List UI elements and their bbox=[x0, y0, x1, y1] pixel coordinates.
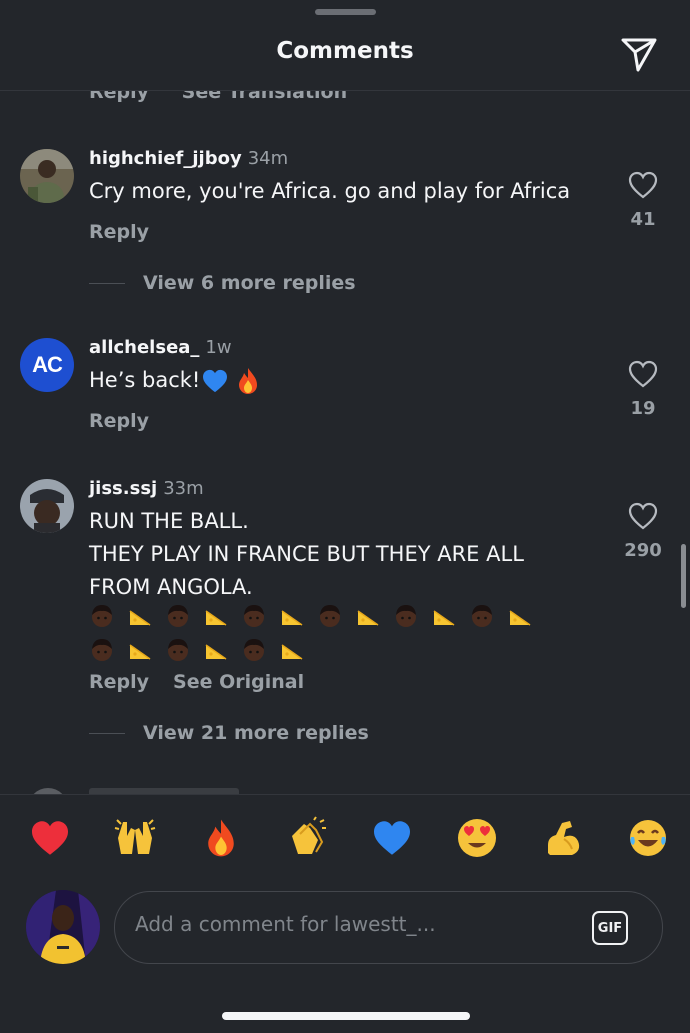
boy-dark-icon bbox=[92, 605, 112, 627]
timestamp: 1w bbox=[205, 337, 232, 358]
scrollbar[interactable] bbox=[681, 544, 686, 608]
reply-button[interactable]: Reply bbox=[89, 91, 149, 103]
avatar[interactable] bbox=[20, 479, 74, 533]
cheese-icon bbox=[205, 644, 227, 660]
quick-reactions bbox=[24, 812, 674, 872]
boy-dark-icon bbox=[320, 605, 340, 627]
boy-dark-icon bbox=[244, 605, 264, 627]
username[interactable]: highchief_jjboy bbox=[89, 148, 242, 169]
current-user-avatar[interactable] bbox=[26, 890, 100, 964]
comment-text-line: RUN THE BALL. bbox=[89, 509, 249, 533]
comment-composer: GIF bbox=[114, 891, 663, 964]
cheese-icon bbox=[281, 644, 303, 660]
comment-header: highchief_jjboy 34m bbox=[89, 148, 288, 169]
paper-plane-icon[interactable] bbox=[618, 32, 660, 74]
comment-list[interactable]: Reply See Translation highchief_jjboy 34m… bbox=[0, 91, 690, 794]
view-replies-label: View 21 more replies bbox=[143, 722, 369, 744]
reactions-divider bbox=[0, 794, 690, 795]
cheese-icon bbox=[357, 610, 379, 626]
username[interactable]: jiss.ssj bbox=[89, 478, 157, 499]
sheet-grabber[interactable] bbox=[315, 9, 376, 15]
page-title: Comments bbox=[276, 38, 414, 64]
reply-button[interactable]: Reply bbox=[89, 221, 149, 243]
view-replies-label: View 6 more replies bbox=[143, 272, 356, 294]
like-control: 19 bbox=[613, 360, 673, 419]
heart-icon[interactable] bbox=[628, 360, 658, 388]
comment-actions: Reply bbox=[89, 410, 173, 432]
timestamp: 33m bbox=[163, 478, 204, 499]
see-original-button[interactable]: See Original bbox=[173, 671, 304, 693]
flexed-biceps-icon[interactable] bbox=[537, 812, 589, 864]
raising-hands-icon[interactable] bbox=[109, 812, 161, 864]
view-replies-button[interactable]: View 21 more replies bbox=[89, 722, 369, 744]
fire-icon[interactable] bbox=[195, 812, 247, 864]
see-translation-button[interactable]: See Translation bbox=[182, 91, 347, 103]
replies-divider bbox=[89, 733, 125, 734]
reply-button[interactable]: Reply bbox=[89, 671, 149, 693]
red-heart-icon[interactable] bbox=[24, 812, 76, 864]
heart-icon[interactable] bbox=[628, 502, 658, 530]
comment-actions: Reply bbox=[89, 221, 173, 243]
comment-body: He’s back! bbox=[89, 364, 260, 397]
home-indicator bbox=[222, 1012, 470, 1020]
comment-header: allchelsea_ 1w bbox=[89, 337, 232, 358]
cheese-icon bbox=[129, 644, 151, 660]
boy-dark-icon bbox=[396, 605, 416, 627]
boy-dark-icon bbox=[472, 605, 492, 627]
cheese-icon bbox=[205, 610, 227, 626]
like-control: 290 bbox=[613, 502, 673, 561]
replies-divider bbox=[89, 283, 125, 284]
clapping-hands-icon[interactable] bbox=[280, 812, 332, 864]
cheese-icon bbox=[129, 610, 151, 626]
fire-icon bbox=[239, 367, 258, 394]
boy-dark-icon bbox=[168, 639, 188, 661]
comments-header: Comments bbox=[0, 24, 690, 84]
view-replies-button[interactable]: View 6 more replies bbox=[89, 272, 356, 294]
heart-icon[interactable] bbox=[628, 171, 658, 199]
reply-button[interactable]: Reply bbox=[89, 410, 149, 432]
comments-sheet: Comments Reply See Translation highchief… bbox=[0, 0, 690, 1033]
comment-header: jiss.ssj 33m bbox=[89, 478, 204, 499]
comment-actions: Reply See Original bbox=[89, 671, 328, 693]
boy-dark-icon bbox=[168, 605, 188, 627]
avatar[interactable] bbox=[20, 149, 74, 203]
cheese-icon bbox=[281, 610, 303, 626]
emoji-sequence bbox=[89, 603, 569, 663]
cheese-icon bbox=[509, 610, 531, 626]
like-count: 19 bbox=[630, 398, 656, 419]
timestamp: 34m bbox=[247, 148, 289, 169]
emoji-row bbox=[89, 603, 569, 663]
username[interactable]: allchelsea_ bbox=[89, 337, 199, 358]
like-count: 41 bbox=[630, 209, 656, 230]
tears-of-joy-icon[interactable] bbox=[622, 812, 674, 864]
previous-comment-actions: Reply See Translation bbox=[89, 91, 373, 103]
boy-dark-icon bbox=[244, 639, 264, 661]
like-count: 290 bbox=[624, 540, 662, 561]
blue-heart-icon[interactable] bbox=[366, 812, 418, 864]
comment-text: He’s back! bbox=[89, 368, 201, 392]
avatar[interactable]: AC bbox=[20, 338, 74, 392]
comment-text: Cry more, you're Africa. go and play for… bbox=[89, 179, 571, 203]
comment-text-line: THEY PLAY IN FRANCE BUT THEY ARE ALL FRO… bbox=[89, 542, 524, 599]
heart-eyes-icon[interactable] bbox=[451, 812, 503, 864]
avatar-initials: AC bbox=[32, 352, 63, 377]
cheese-icon bbox=[433, 610, 455, 626]
boy-dark-icon bbox=[92, 639, 112, 661]
like-control: 41 bbox=[613, 171, 673, 230]
gif-button[interactable]: GIF bbox=[592, 911, 628, 945]
comment-input[interactable] bbox=[135, 912, 555, 936]
blue-heart-icon bbox=[203, 369, 228, 392]
